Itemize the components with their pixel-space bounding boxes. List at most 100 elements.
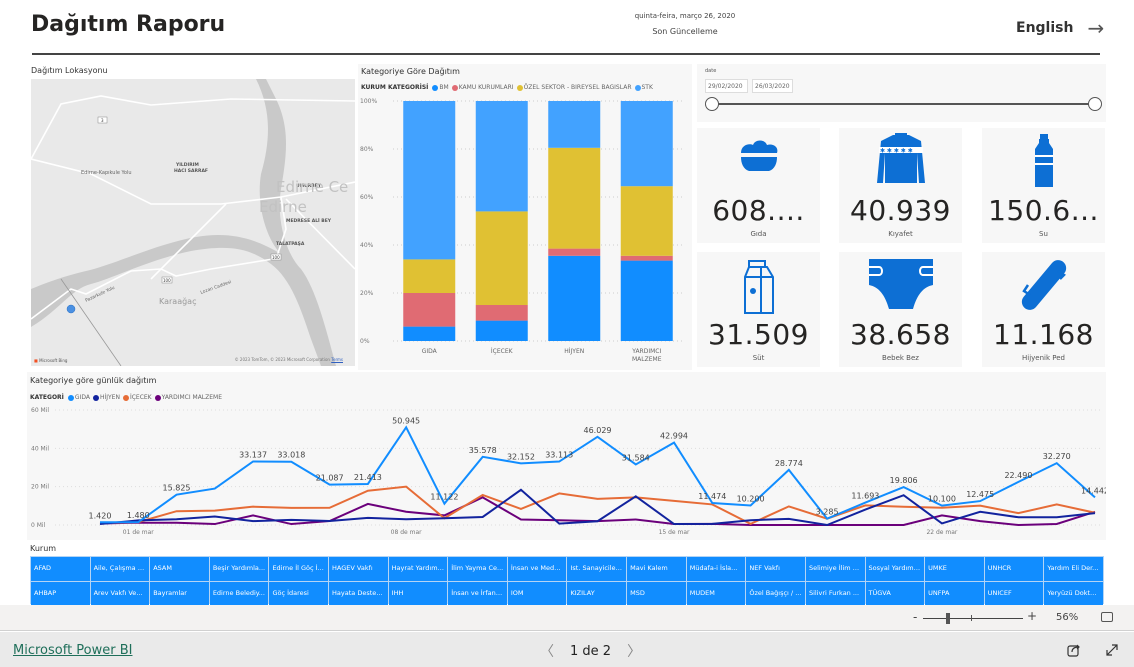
data-label: 35.578 — [469, 446, 497, 455]
kurum-item[interactable]: Aile, Çalışma v... — [90, 557, 150, 581]
kurum-item[interactable]: Sosyal Yardıml... — [865, 557, 925, 581]
kurum-item[interactable]: UNFPA — [925, 582, 984, 606]
kurum-item[interactable]: Edirne İl Göç İ... — [269, 557, 329, 581]
kurum-item[interactable]: Yeryüzü Dokto... — [1044, 582, 1103, 606]
language-button[interactable]: English → — [1016, 16, 1104, 40]
card-value: 40.939 — [850, 194, 951, 227]
zoom-slider-track[interactable] — [923, 618, 1023, 619]
bar-segment[interactable] — [475, 211, 528, 305]
kurum-item[interactable]: ASAM — [150, 557, 209, 581]
kurum-item[interactable]: UMKE — [925, 557, 984, 581]
y-tick-label: 60% — [360, 194, 374, 201]
kurum-item[interactable]: MUDEM — [686, 582, 746, 606]
data-label: 32.270 — [1043, 452, 1071, 461]
card-value: 38.658 — [850, 318, 951, 351]
kurum-item[interactable]: KIZILAY — [567, 582, 627, 606]
bar-segment[interactable] — [475, 305, 528, 321]
kurum-item[interactable]: TÜGVA — [865, 582, 925, 606]
zoom-slider-tick — [971, 615, 972, 621]
start-date-input[interactable]: 29/02/2020 — [705, 79, 748, 93]
kurum-item[interactable]: Mavi Kalem — [627, 557, 686, 581]
fullscreen-icon[interactable] — [1104, 642, 1120, 658]
y-tick-label: 100% — [360, 98, 377, 105]
kurum-item[interactable]: UNHCR — [984, 557, 1044, 581]
bar-segment[interactable] — [548, 255, 601, 341]
kurum-item[interactable]: Yardım Eli Der... — [1044, 557, 1103, 581]
legend-item[interactable]: GIDA — [67, 394, 90, 401]
kurum-item[interactable]: İnsan ve Mede... — [507, 557, 567, 581]
data-label: 42.994 — [660, 432, 688, 441]
bar-segment[interactable] — [620, 101, 673, 187]
kurum-item[interactable]: AHBAP — [31, 582, 90, 606]
bar-segment[interactable] — [475, 101, 528, 212]
bar-segment[interactable] — [548, 248, 601, 256]
kurum-item[interactable]: Göç İdaresi — [269, 582, 329, 606]
bar-segment[interactable] — [548, 101, 601, 148]
legend-item[interactable]: HİJYEN — [92, 394, 120, 401]
kurum-item[interactable]: Özel Bağışçı / ... — [746, 582, 805, 606]
data-label: 1.420 — [89, 511, 112, 520]
slider-start-handle[interactable] — [705, 97, 719, 111]
kurum-item[interactable]: Müdafa-i İsla... — [686, 557, 746, 581]
bar-segment[interactable] — [620, 260, 673, 341]
report-canvas: Dağıtım Raporu quinta-feira, março 26, 2… — [0, 0, 1134, 606]
kurum-item[interactable]: Selimiye İlim K... — [805, 557, 865, 581]
kurum-item[interactable]: Bayramlar — [150, 582, 209, 606]
page-indicator: 1 de 2 — [570, 643, 612, 659]
slider-track[interactable] — [711, 103, 1095, 105]
bar-segment[interactable] — [548, 147, 601, 249]
bar-segment[interactable] — [403, 326, 456, 341]
location-marker[interactable] — [66, 304, 76, 314]
kurum-item[interactable]: UNICEF — [984, 582, 1044, 606]
kurum-item[interactable]: Beşir Yardımla... — [209, 557, 269, 581]
legend-item[interactable]: İÇECEK — [122, 394, 152, 401]
card-bebek-bez: 38.658 Bebek Bez — [839, 252, 962, 367]
legend-item[interactable]: YARDIMCI MALZEME — [154, 394, 222, 401]
kurum-item[interactable]: IOM — [507, 582, 567, 606]
next-page-button[interactable]: 〉 — [627, 641, 641, 661]
kurum-item[interactable]: Hayata Destek... — [329, 582, 388, 606]
kurum-item[interactable]: Hayrat Yardım ... — [388, 557, 448, 581]
kurum-item[interactable]: Ist. Sanayiciler ... — [567, 557, 627, 581]
map-label: MEDRESE ALİ BEY — [286, 217, 332, 224]
kurum-item[interactable]: Arev Vakfı Veh... — [90, 582, 150, 606]
end-date-input[interactable]: 26/03/2020 — [752, 79, 793, 93]
food-bowl-icon — [697, 131, 820, 191]
legend-dot — [634, 84, 641, 91]
data-label: 10.100 — [928, 495, 956, 504]
fit-to-page-icon[interactable] — [1101, 612, 1113, 622]
kurum-item[interactable]: Silivri Furkan ... — [805, 582, 865, 606]
power-bi-link[interactable]: Microsoft Power BI — [13, 643, 132, 658]
bar-segment[interactable] — [620, 186, 673, 256]
bar-segment[interactable] — [403, 101, 456, 260]
zoom-out-button[interactable]: - — [913, 610, 917, 624]
zoom-in-button[interactable]: + — [1027, 609, 1037, 623]
y-tick-label: 20% — [360, 290, 374, 297]
data-label: 11.693 — [851, 492, 879, 501]
kurum-item[interactable]: İnsan ve İrfan ... — [448, 582, 507, 606]
legend-item[interactable]: BM — [432, 84, 449, 91]
kurum-item[interactable]: NEF Vakfı — [746, 557, 805, 581]
map-label: Edirne-Kapıkule Yolu — [81, 170, 132, 176]
kurum-item[interactable]: Edirne Belediy... — [209, 582, 269, 606]
bar-segment[interactable] — [403, 293, 456, 327]
legend-item[interactable]: ÖZEL SEKTOR - BIREYSEL BAGISLAR — [516, 84, 632, 91]
kurum-item[interactable]: IHH — [388, 582, 448, 606]
kurum-item[interactable]: MSD — [627, 582, 686, 606]
bar-segment[interactable] — [620, 255, 673, 261]
kurum-item[interactable]: HAGEV Vakfı — [329, 557, 388, 581]
bar-segment[interactable] — [475, 320, 528, 341]
map-visual[interactable]: Edirne-Kapıkule Yolu YILDIRIM HACI SARRA… — [31, 79, 355, 366]
prev-page-button[interactable]: 〈 — [540, 641, 554, 661]
slider-end-handle[interactable] — [1088, 97, 1102, 111]
terms-link[interactable]: Terms — [331, 357, 343, 362]
card-caption: Süt — [752, 354, 765, 362]
share-icon[interactable] — [1066, 642, 1082, 658]
kurum-item[interactable]: İlim Yayma Ce... — [448, 557, 507, 581]
data-label: 14.442 — [1081, 486, 1106, 495]
legend-item[interactable]: KAMU KURUMLARI — [451, 84, 514, 91]
bar-segment[interactable] — [403, 259, 456, 293]
legend-item[interactable]: STK — [634, 84, 653, 91]
zoom-slider-thumb[interactable] — [946, 613, 950, 624]
kurum-item[interactable]: AFAD — [31, 557, 90, 581]
